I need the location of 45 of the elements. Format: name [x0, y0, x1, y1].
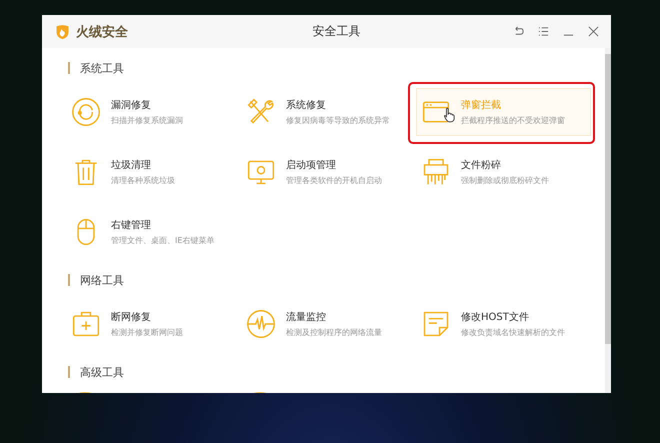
tool-tile[interactable]: 文件粉碎 强制删除或彻底粉碎文件 [416, 148, 591, 196]
tool-description: 管理各类软件的开机自启动 [286, 175, 382, 186]
circular-arrows-icon [71, 97, 101, 127]
close-icon[interactable] [588, 26, 599, 37]
tool-name: 文件粉碎 [461, 158, 502, 172]
tool-description: 修复因病毒等导致的系统异常 [286, 115, 390, 126]
tool-description: 清理各种系统垃圾 [111, 175, 175, 186]
back-arrow-icon[interactable] [513, 26, 524, 37]
tool-tile[interactable]: 断网修复 检测并修复断网问题 [66, 300, 241, 348]
tool-name: 系统修复 [286, 98, 327, 112]
tool-name: 断网修复 [111, 310, 152, 324]
tool-description: 拦截程序推送的不受欢迎弹窗 [461, 115, 565, 126]
tool-tile[interactable]: 启动项管理 管理各类软件的开机自启动 [241, 148, 416, 196]
tool-name: 右键管理 [111, 218, 152, 232]
tool-name: 漏洞修复 [111, 99, 152, 112]
tool-name: 流量监控 [286, 310, 327, 324]
tool-tile[interactable]: 右键管理 管理文件、桌面、IE右键菜单 [66, 208, 241, 256]
first-aid-kit-icon [71, 309, 101, 339]
shredder-icon [421, 157, 451, 187]
tool-tile[interactable]: 流量监控 检测及控制程序的网络流量 [241, 300, 416, 348]
section-title: 系统工具 [80, 60, 124, 76]
tool-description: 检测及控制程序的网络流量 [286, 327, 382, 338]
section-title: 高级工具 [80, 364, 124, 380]
tool-tile[interactable]: 修改HOST文件 修改负责域名快速解析的文件 [416, 300, 591, 348]
tool-tile[interactable]: 漏洞修复 扫描并修复系统漏洞 [66, 88, 241, 136]
section-title: 网络工具 [80, 272, 124, 288]
tool-description: 强制删除或彻底粉碎文件 [461, 175, 549, 186]
tool-description: 扫描并修复系统漏洞 [111, 115, 183, 126]
tool-name: 修改HOST文件 [461, 310, 530, 324]
tool-name: 启动项管理 [286, 158, 337, 172]
tool-tile[interactable]: 系统修复 修复因病毒等导致的系统异常 [241, 88, 416, 136]
pulse-icon [246, 309, 276, 339]
tool-description: 修改负责域名快速解析的文件 [461, 327, 565, 338]
window-title: 安全工具 [312, 23, 362, 40]
flame-logo-icon [54, 23, 71, 40]
note-icon [421, 309, 451, 339]
tool-tile[interactable]: 垃圾清理 清理各种系统垃圾 [66, 148, 241, 196]
scrollbar[interactable] [605, 48, 611, 393]
tool-description: 检测并修复断网问题 [111, 327, 183, 338]
tool-description: 管理文件、桌面、IE右键菜单 [111, 235, 214, 246]
app-name: 火绒安全 [76, 24, 128, 40]
hand-cursor-icon [443, 107, 455, 123]
tool-name: 弹窗拦截 [461, 98, 502, 112]
tool-name: 垃圾清理 [111, 158, 152, 172]
menu-icon[interactable] [538, 26, 549, 37]
